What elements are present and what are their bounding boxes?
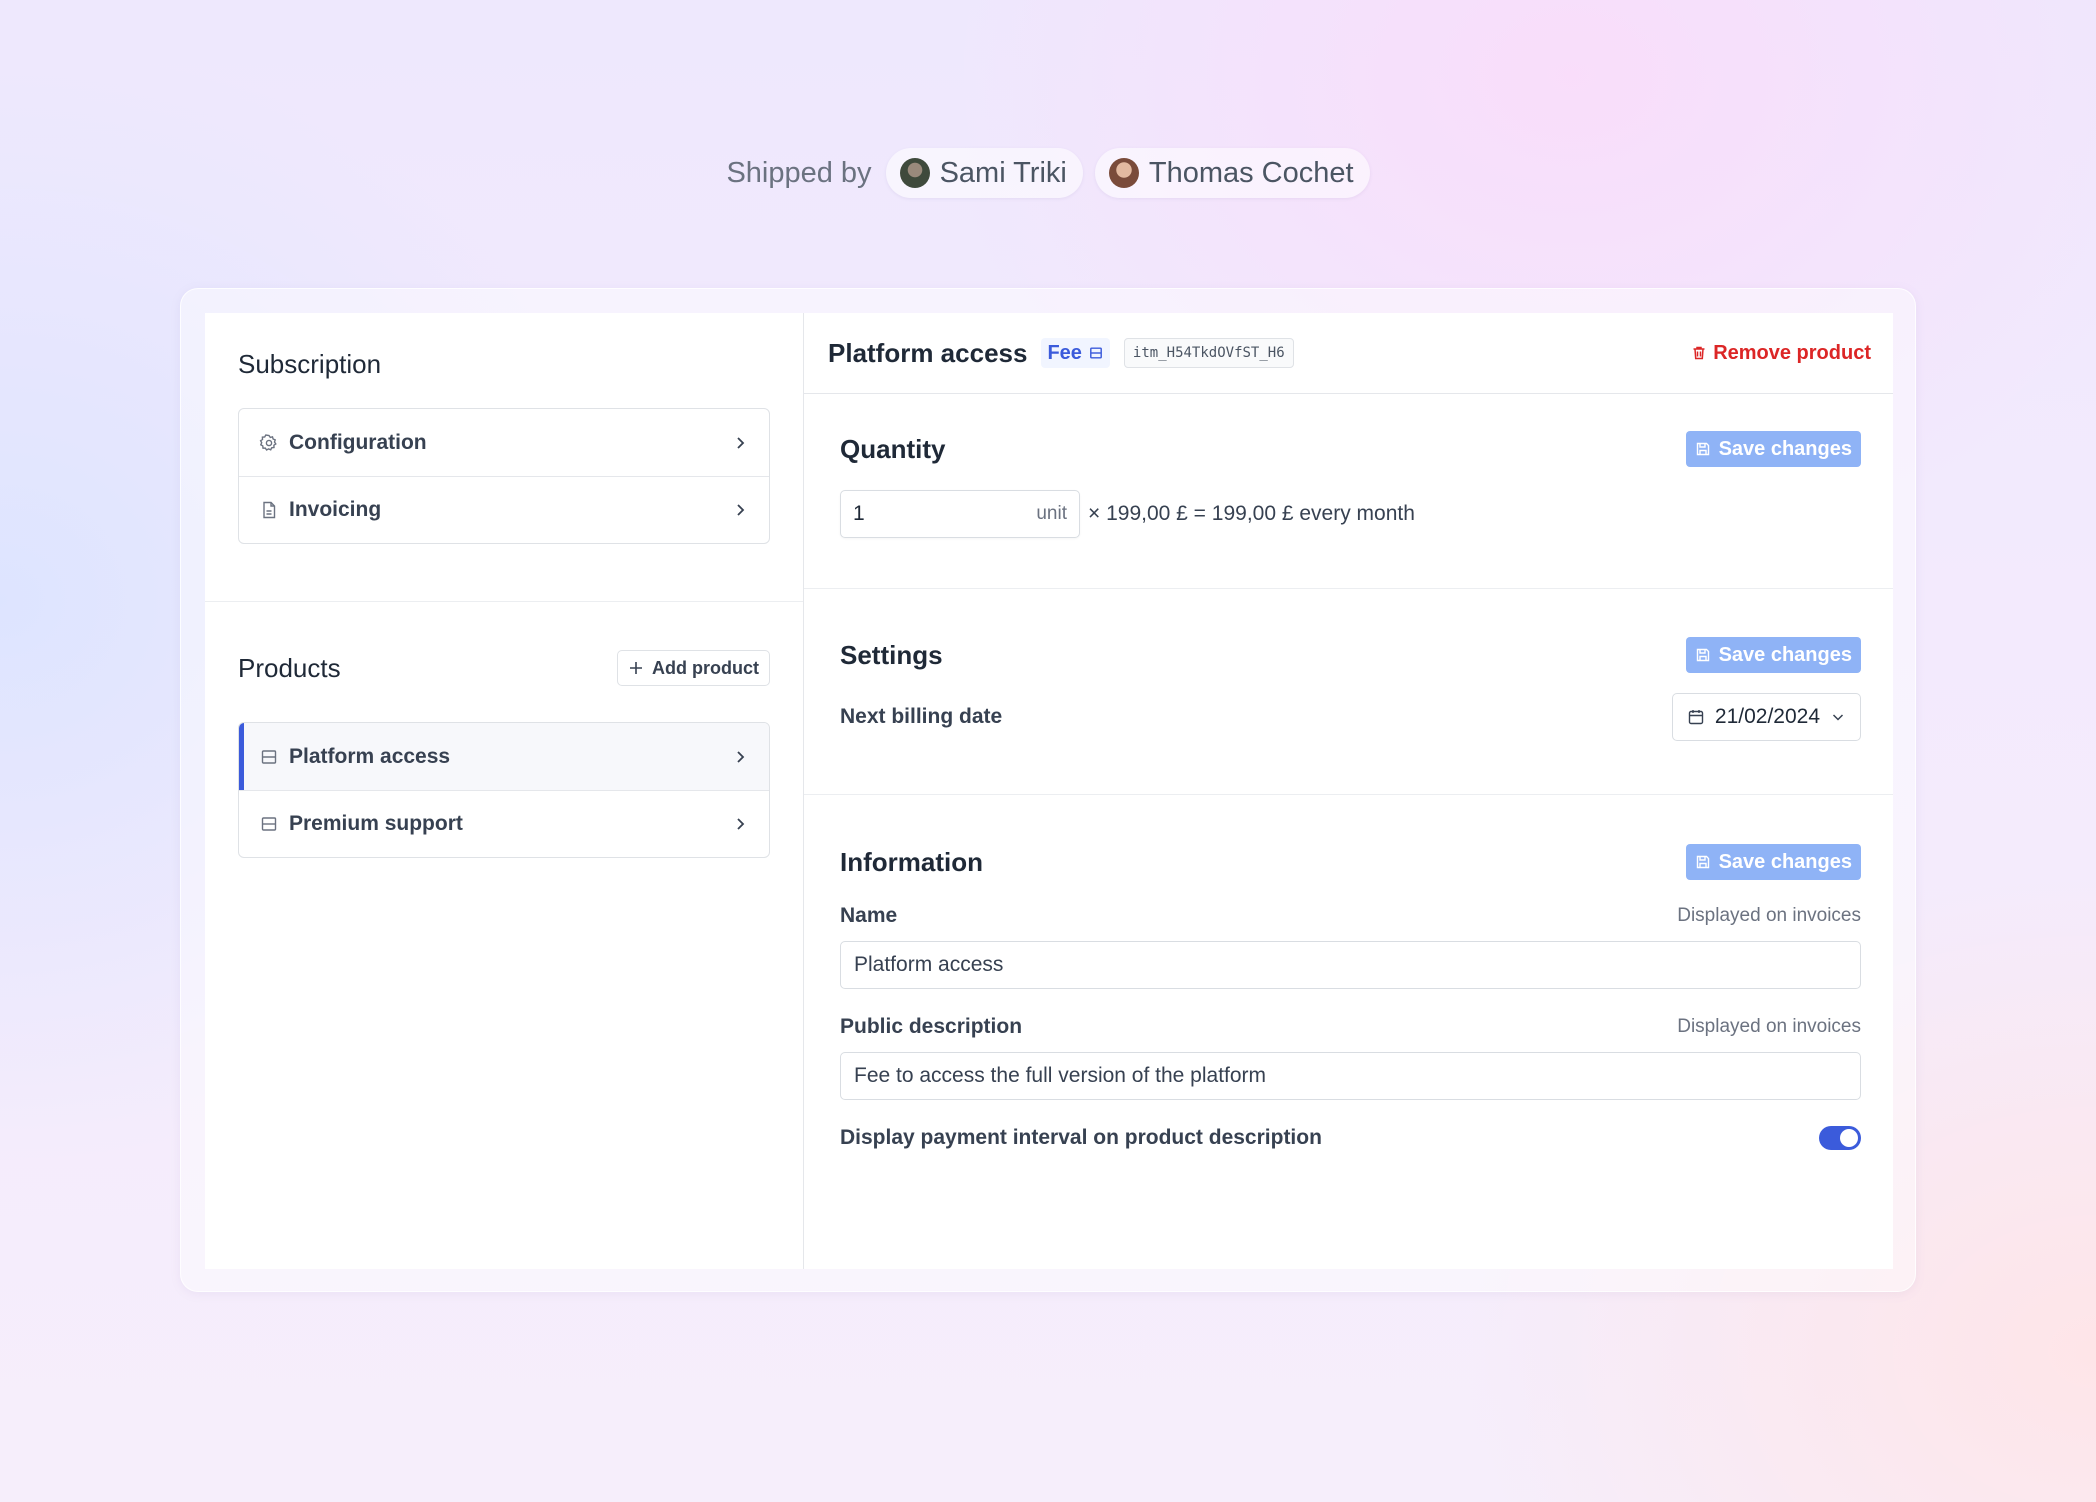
app-frame: Subscription Configuration Invoicing Pro… — [180, 288, 1916, 1292]
person-pill-sami[interactable]: Sami Triki — [885, 148, 1083, 198]
product-item-premium-support[interactable]: Premium support — [239, 790, 769, 857]
product-icon — [1088, 345, 1104, 361]
save-label: Save changes — [1718, 437, 1852, 460]
subscription-title: Subscription — [238, 349, 382, 379]
person-name: Sami Triki — [939, 156, 1067, 189]
page-title: Platform access — [828, 337, 1028, 368]
billing-date-picker[interactable]: 21/02/2024 — [1671, 693, 1861, 741]
nav-item-invoicing[interactable]: Invoicing — [239, 476, 769, 543]
products-nav: Platform access Premium support — [238, 722, 770, 858]
chevron-right-icon — [731, 815, 749, 833]
product-detail: Platform access Fee itm_H54TkdOVfST_H6 R… — [804, 313, 1893, 1269]
save-icon — [1695, 647, 1711, 663]
subscription-nav: Configuration Invoicing — [238, 408, 770, 544]
add-product-button[interactable]: Add product — [617, 650, 770, 686]
avatar — [1108, 158, 1139, 188]
remove-product-label: Remove product — [1713, 341, 1871, 364]
app-window: Subscription Configuration Invoicing Pro… — [205, 313, 1893, 1269]
save-information-button[interactable]: Save changes — [1685, 844, 1861, 880]
toggle-knob — [1840, 1129, 1858, 1147]
add-product-label: Add product — [652, 657, 759, 678]
name-field[interactable]: Platform access — [840, 941, 1861, 989]
shipped-by-label: Shipped by — [726, 156, 872, 189]
chevron-right-icon — [731, 748, 749, 766]
nav-item-label: Invoicing — [289, 498, 382, 521]
plus-icon — [628, 660, 644, 676]
product-icon — [259, 814, 279, 834]
fee-badge: Fee — [1041, 338, 1110, 368]
item-id-badge[interactable]: itm_H54TkdOVfST_H6 — [1123, 338, 1294, 368]
shipped-by-bar: Shipped by Sami Triki Thomas Cochet — [0, 148, 2096, 198]
fee-badge-label: Fee — [1047, 341, 1082, 364]
information-panel: Information Save changes Name Displayed … — [804, 795, 1893, 1150]
person-pill-thomas[interactable]: Thomas Cochet — [1094, 148, 1370, 198]
settings-panel: Settings Save changes Next billing date — [804, 589, 1893, 795]
nav-item-configuration[interactable]: Configuration — [239, 409, 769, 476]
quantity-value: 1 — [853, 502, 865, 525]
description-label: Public description — [840, 1015, 1023, 1038]
save-quantity-button[interactable]: Save changes — [1685, 431, 1861, 467]
gear-icon — [259, 433, 279, 453]
save-icon — [1695, 854, 1711, 870]
left-sidebar: Subscription Configuration Invoicing Pro… — [205, 313, 804, 1269]
save-label: Save changes — [1718, 643, 1852, 666]
description-hint: Displayed on invoices — [1677, 1016, 1861, 1037]
save-label: Save changes — [1718, 850, 1852, 873]
chevron-right-icon — [731, 434, 749, 452]
payment-interval-toggle[interactable] — [1819, 1126, 1861, 1150]
quantity-input[interactable]: 1 unit — [840, 490, 1080, 538]
quantity-title: Quantity — [840, 433, 946, 464]
product-item-label: Premium support — [289, 812, 463, 835]
product-item-platform-access[interactable]: Platform access — [239, 723, 769, 790]
quantity-unit: unit — [1036, 503, 1067, 524]
trash-icon — [1691, 345, 1707, 361]
person-name: Thomas Cochet — [1148, 156, 1354, 189]
product-item-label: Platform access — [289, 744, 451, 768]
name-hint: Displayed on invoices — [1677, 905, 1861, 926]
subscription-section: Subscription Configuration Invoicing — [205, 313, 803, 602]
save-icon — [1695, 441, 1711, 457]
chevron-down-icon — [1830, 709, 1846, 725]
next-billing-label: Next billing date — [840, 705, 1003, 728]
nav-item-label: Configuration — [289, 430, 427, 454]
name-field-value: Platform access — [854, 953, 1004, 976]
price-calculation: × 199,00 £ = 199,00 £ every month — [1088, 502, 1415, 525]
description-field-value: Fee to access the full version of the pl… — [854, 1064, 1267, 1087]
save-settings-button[interactable]: Save changes — [1685, 637, 1861, 673]
payment-interval-label: Display payment interval on product desc… — [840, 1126, 1322, 1149]
remove-product-button[interactable]: Remove product — [1691, 342, 1871, 365]
detail-header: Platform access Fee itm_H54TkdOVfST_H6 R… — [804, 313, 1893, 394]
information-title: Information — [840, 846, 983, 877]
document-icon — [259, 500, 279, 520]
product-icon — [259, 747, 279, 767]
quantity-panel: Quantity Save changes 1 unit × 199,00 £ … — [804, 394, 1893, 589]
billing-date-value: 21/02/2024 — [1714, 705, 1820, 728]
description-field[interactable]: Fee to access the full version of the pl… — [840, 1052, 1861, 1100]
products-section: Products Add product Platform access Pre… — [205, 602, 803, 858]
products-title: Products — [238, 652, 341, 683]
avatar — [899, 158, 930, 188]
name-label: Name — [840, 904, 898, 927]
settings-title: Settings — [840, 639, 943, 670]
chevron-right-icon — [731, 501, 749, 519]
calendar-icon — [1687, 708, 1705, 726]
